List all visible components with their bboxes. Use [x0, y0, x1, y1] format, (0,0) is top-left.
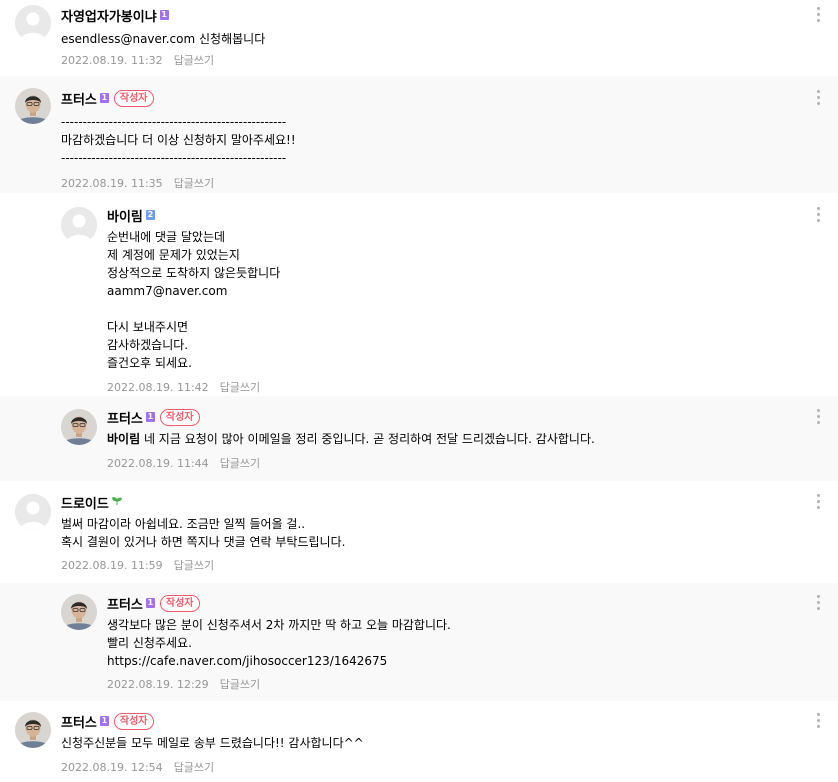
comment-item: 자영업자가봉이냐 1 esendless@naver.com 신청해봅니다 20…	[0, 0, 838, 76]
comment-text: esendless@naver.com 신청해봅니다	[61, 32, 266, 46]
comment-item: 프터스 1 작성자 ------------------------------…	[0, 76, 838, 193]
author-avatar[interactable]	[15, 712, 51, 748]
profile-photo	[61, 594, 97, 630]
default-profile-icon	[61, 207, 97, 243]
level-icon: 2	[145, 210, 155, 220]
comment-item: 드로이드 벌써 마감이라 아쉽네요. 조금만 일찍 들어올 걸.. 혹시 결원이…	[0, 481, 838, 583]
comment-text: 벌써 마감이라 아쉽네요. 조금만 일찍 들어올 걸.. 혹시 결원이 있거나 …	[61, 517, 346, 549]
level-icon: 1	[159, 10, 169, 20]
post-link[interactable]: https://cafe.naver.com/jihosoccer123/164…	[107, 652, 451, 670]
default-profile-icon	[15, 5, 51, 41]
kebab-menu-icon[interactable]	[812, 711, 824, 729]
profile-photo	[15, 88, 51, 124]
reply-button[interactable]: 답글쓰기	[220, 678, 260, 691]
author-badge: 작성자	[159, 408, 200, 426]
comment-date: 2022.08.19. 11:44	[107, 457, 209, 470]
comment-meta: 2022.08.19. 12:29 답글쓰기	[107, 676, 451, 694]
comment-item: 프터스 1 작성자 생각보다 많은 분이 신청주셔서 2차 까지만 딱 하고 오…	[0, 583, 838, 701]
comment-nickname[interactable]: 자영업자가봉이냐	[61, 6, 157, 25]
comment-text: 바이림 네 지금 요청이 많아 이메일을 정리 중입니다. 곧 정리하여 전달 …	[107, 432, 595, 446]
default-profile-icon	[15, 494, 51, 530]
comment-meta: 2022.08.19. 11:32 답글쓰기	[61, 52, 265, 70]
reply-button[interactable]: 답글쓰기	[174, 761, 214, 774]
kebab-menu-icon[interactable]	[812, 593, 824, 611]
mention-link[interactable]: 바이림	[107, 432, 140, 446]
kebab-menu-icon[interactable]	[812, 205, 824, 223]
kebab-menu-icon[interactable]	[812, 492, 824, 510]
comment-nickname[interactable]: 프터스	[61, 89, 97, 108]
comment-item: 프터스 1 작성자 바이림 네 지금 요청이 많아 이메일을 정리 중입니다. …	[0, 396, 838, 481]
comment-text: ----------------------------------------…	[61, 115, 296, 165]
author-badge: 작성자	[113, 712, 154, 730]
comment-text: 생각보다 많은 분이 신청주셔서 2차 까지만 딱 하고 오늘 마감합니다. 빨…	[107, 618, 451, 670]
level-icon: 1	[99, 93, 109, 103]
level-icon: 1	[99, 716, 109, 726]
author-badge: 작성자	[113, 89, 154, 107]
comment-nickname[interactable]: 드로이드	[61, 493, 109, 512]
comment-text: 신청주신분들 모두 메일로 송부 드렸습니다!! 감사합니다^^	[61, 736, 364, 750]
author-avatar[interactable]	[61, 409, 97, 445]
kebab-menu-icon[interactable]	[812, 5, 824, 23]
default-avatar[interactable]	[15, 5, 51, 41]
comment-nickname[interactable]: 프터스	[107, 408, 143, 427]
comment-item: 프터스 1 작성자 신청주신분들 모두 메일로 송부 드렸습니다!! 감사합니다…	[0, 701, 838, 782]
profile-photo	[61, 409, 97, 445]
comment-item: 바이림 2 순번내에 댓글 달았는데 제 계정에 문제가 있었는지 정상적으로 …	[0, 193, 838, 396]
comment-date: 2022.08.19. 12:54	[61, 761, 163, 774]
comment-nickname[interactable]: 프터스	[107, 594, 143, 613]
author-badge: 작성자	[159, 594, 200, 612]
comment-date: 2022.08.19. 11:32	[61, 54, 163, 67]
kebab-menu-icon[interactable]	[812, 88, 824, 106]
sprout-icon	[111, 496, 122, 509]
comment-meta: 2022.08.19. 11:42 답글쓰기	[107, 379, 280, 397]
comment-date: 2022.08.19. 11:35	[61, 177, 163, 190]
comment-date: 2022.08.19. 11:59	[61, 559, 163, 572]
comment-meta: 2022.08.19. 11:35 답글쓰기	[61, 175, 296, 193]
comment-meta: 2022.08.19. 11:44 답글쓰기	[107, 455, 595, 473]
reply-button[interactable]: 답글쓰기	[174, 54, 214, 67]
level-icon: 1	[145, 412, 155, 422]
reply-button[interactable]: 답글쓰기	[220, 457, 260, 470]
author-avatar[interactable]	[61, 594, 97, 630]
author-avatar[interactable]	[15, 88, 51, 124]
profile-photo	[15, 712, 51, 748]
kebab-menu-icon[interactable]	[812, 407, 824, 425]
comment-meta: 2022.08.19. 12:54 답글쓰기	[61, 759, 364, 777]
comment-text: 순번내에 댓글 달았는데 제 계정에 문제가 있었는지 정상적으로 도착하지 않…	[107, 230, 281, 370]
comment-nickname[interactable]: 프터스	[61, 712, 97, 731]
comment-date: 2022.08.19. 12:29	[107, 678, 209, 691]
reply-button[interactable]: 답글쓰기	[174, 177, 214, 190]
reply-button[interactable]: 답글쓰기	[220, 381, 260, 394]
comment-meta: 2022.08.19. 11:59 답글쓰기	[61, 557, 345, 575]
default-avatar[interactable]	[15, 494, 51, 530]
default-avatar[interactable]	[61, 207, 97, 243]
comment-nickname[interactable]: 바이림	[107, 206, 143, 225]
comment-date: 2022.08.19. 11:42	[107, 381, 209, 394]
reply-button[interactable]: 답글쓰기	[174, 559, 214, 572]
level-icon: 1	[145, 598, 155, 608]
